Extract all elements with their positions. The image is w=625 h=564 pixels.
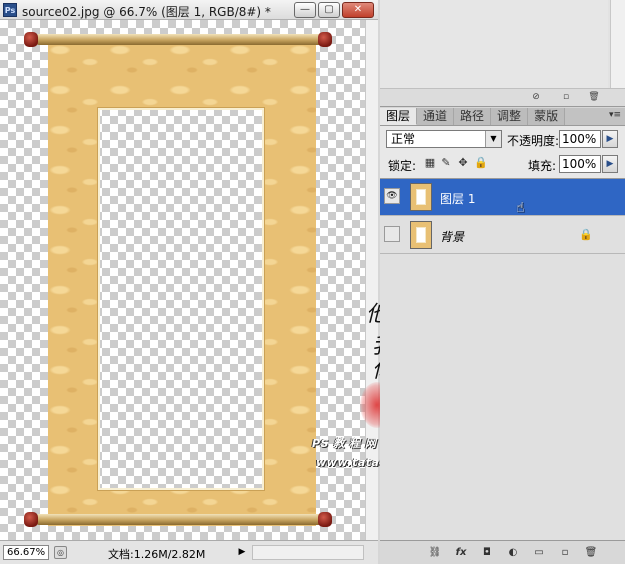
top-right-rod-cap — [318, 32, 332, 47]
layer-row-background[interactable]: 背景 🔒 — [380, 217, 625, 254]
lock-all-icon[interactable]: 🔒 — [474, 157, 488, 169]
new-layer-icon[interactable]: ▫ — [558, 546, 572, 559]
hand-cursor-icon: ☝ — [516, 200, 525, 216]
cancel-state-icon[interactable]: ⊘ — [530, 92, 542, 103]
bottom-left-rod-cap — [24, 512, 38, 527]
blend-mode-select[interactable]: 正常 ▼ — [386, 130, 502, 148]
visibility-toggle-empty[interactable] — [384, 226, 400, 242]
photoshop-workspace: Ps source02.jpg @ 66.7% (图层 1, RGB/8#) *… — [0, 0, 625, 564]
restore-button[interactable]: ▢ — [318, 2, 340, 18]
trash-icon[interactable]: 🗑 — [584, 546, 598, 559]
tab-adjustments[interactable]: 调整 — [491, 108, 529, 125]
tab-layers[interactable]: 图层 — [380, 108, 418, 125]
layer-name: 图层 1 — [440, 192, 476, 206]
layer-thumbnail — [410, 183, 432, 211]
right-panel-dock: ⊘ ▫ 🗑 图层 通道 路径 调整 蒙版 ▾≡ 正常 ▼ 不透明度: 100% … — [380, 0, 625, 564]
tab-channels[interactable]: 通道 — [417, 108, 455, 125]
watermark-site-text: PS 教 程 网 — [312, 437, 377, 450]
history-panel-content — [380, 0, 608, 88]
blend-mode-value: 正常 — [391, 132, 416, 146]
status-menu-arrow-icon[interactable]: ▶ — [236, 546, 248, 559]
link-layers-icon[interactable]: ⛓ — [428, 546, 442, 559]
lock-transparency-icon[interactable]: ▦ — [424, 157, 436, 169]
background-thumbnail — [410, 221, 432, 249]
adjustment-layer-icon[interactable]: ◐ — [506, 546, 520, 559]
status-bar: 66.67% ◎ 文档:1.26M/2.82M ▶ — [0, 540, 378, 564]
layer-row-layer-1[interactable]: 👁 图层 1 ☝ — [380, 179, 625, 216]
panel-menu-icon[interactable]: ▾≡ — [609, 110, 621, 120]
layers-panel-tabs: 图层 通道 路径 调整 蒙版 ▾≡ — [380, 108, 625, 126]
horizontal-scrollbar[interactable] — [252, 545, 364, 560]
add-mask-icon[interactable]: ◘ — [480, 546, 494, 559]
layer-lock-icon: 🔒 — [579, 228, 593, 241]
history-panel: ⊘ ▫ 🗑 — [380, 0, 625, 107]
lock-image-icon[interactable]: ✎ — [440, 157, 452, 169]
lock-position-icon[interactable]: ✥ — [457, 157, 469, 169]
fill-label: 填充: — [528, 159, 557, 173]
eye-icon[interactable]: 👁 — [384, 188, 400, 204]
canvas[interactable] — [0, 20, 365, 540]
chevron-down-icon[interactable]: ▼ — [485, 131, 501, 147]
history-panel-scrollbar[interactable] — [610, 0, 625, 88]
status-info-icon[interactable]: ◎ — [54, 546, 67, 559]
layer-controls: 正常 ▼ 不透明度: 100% ▶ 锁定: ▦ ✎ ✥ 🔒 填充: 100% ▶ — [380, 126, 625, 178]
layer-list: 👁 图层 1 ☝ 背景 🔒 — [380, 178, 625, 540]
layer-name: 背景 — [440, 230, 465, 244]
top-left-rod-cap — [24, 32, 38, 47]
history-panel-footer: ⊘ ▫ 🗑 — [380, 88, 625, 106]
opacity-input[interactable]: 100% — [559, 130, 601, 148]
photoshop-icon: Ps — [3, 3, 17, 17]
tab-masks[interactable]: 蒙版 — [528, 108, 566, 125]
document-title: source02.jpg @ 66.7% (图层 1, RGB/8#) * — [22, 5, 271, 19]
fill-slider-arrow-icon[interactable]: ▶ — [602, 155, 618, 173]
scroll-paper — [48, 38, 316, 526]
window-controls: — ▢ ✕ — [294, 2, 374, 18]
zoom-field[interactable]: 66.67% — [3, 545, 49, 560]
lock-label: 锁定: — [388, 159, 417, 173]
document-size-info: 文档:1.26M/2.82M — [108, 548, 206, 561]
opacity-label: 不透明度: — [507, 134, 560, 148]
bottom-rod — [36, 514, 328, 525]
close-button[interactable]: ✕ — [342, 2, 374, 18]
delete-state-icon[interactable]: 🗑 — [588, 92, 600, 103]
top-rod — [36, 34, 328, 45]
fx-icon[interactable]: fx — [454, 546, 468, 559]
opacity-slider-arrow-icon[interactable]: ▶ — [602, 130, 618, 148]
document-titlebar[interactable]: Ps source02.jpg @ 66.7% (图层 1, RGB/8#) *… — [0, 0, 378, 20]
document-window: Ps source02.jpg @ 66.7% (图层 1, RGB/8#) *… — [0, 0, 378, 564]
tab-paths[interactable]: 路径 — [454, 108, 492, 125]
new-group-icon[interactable]: ▭ — [532, 546, 546, 559]
bottom-right-rod-cap — [318, 512, 332, 527]
layers-panel-footer: ⛓ fx ◘ ◐ ▭ ▫ 🗑 — [380, 540, 625, 564]
fill-input[interactable]: 100% — [559, 155, 601, 173]
new-snapshot-icon[interactable]: ▫ — [560, 92, 572, 103]
transparent-window — [98, 108, 264, 490]
minimize-button[interactable]: — — [294, 2, 316, 18]
